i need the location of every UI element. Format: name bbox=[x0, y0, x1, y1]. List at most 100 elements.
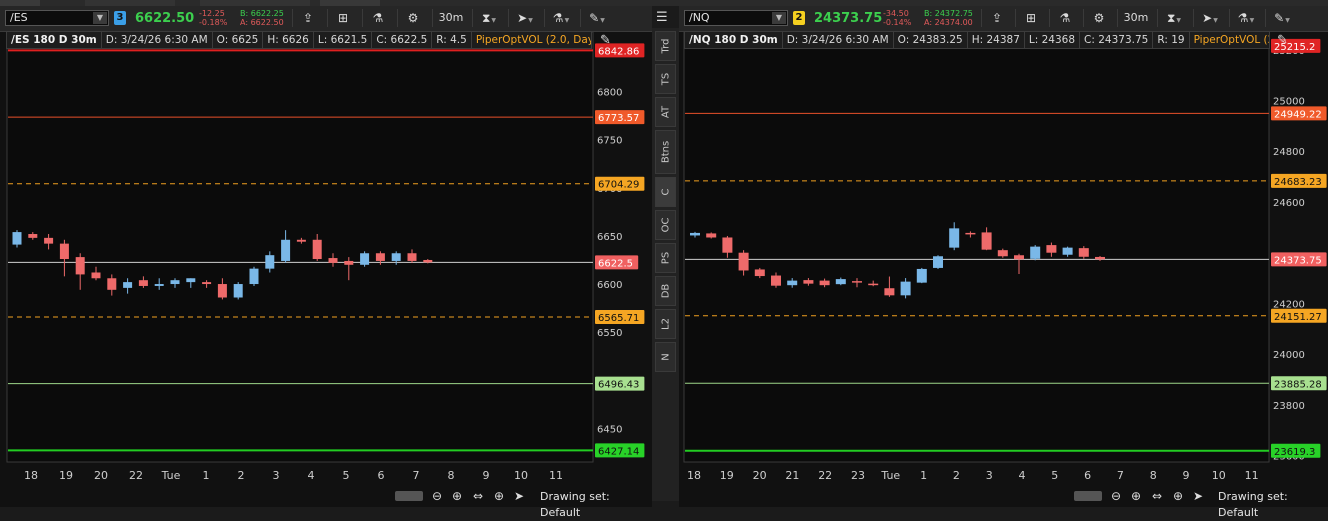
price-axis-tick: 6800 bbox=[597, 88, 622, 99]
legend-low: L: 24368 bbox=[1025, 32, 1081, 48]
price-level-label: 6427.14 bbox=[598, 446, 639, 457]
chart-bottom-bar: ⊖ ⊕ ⇔ ⊕ ➤ Drawing set: Default bbox=[679, 486, 1328, 519]
candle-body[interactable] bbox=[12, 232, 22, 245]
candle-body[interactable] bbox=[344, 260, 354, 265]
candle-body[interactable] bbox=[217, 284, 227, 298]
candle-body[interactable] bbox=[916, 268, 927, 283]
price-axis-tick: 6450 bbox=[597, 424, 622, 435]
candle-body[interactable] bbox=[1062, 247, 1073, 255]
candle-body[interactable] bbox=[75, 257, 85, 275]
side-tab-oc[interactable]: OC bbox=[655, 210, 676, 240]
plot-area[interactable] bbox=[683, 31, 1270, 463]
candle-body[interactable] bbox=[28, 234, 38, 238]
candle-body[interactable] bbox=[296, 239, 306, 242]
candle-body[interactable] bbox=[933, 256, 943, 268]
cursor-icon[interactable]: ➤ bbox=[514, 488, 524, 504]
candle-body[interactable] bbox=[91, 272, 101, 279]
side-tab-n[interactable]: N bbox=[655, 342, 676, 372]
legend-study[interactable]: PiperOptVOL (2.0,... bbox=[1190, 32, 1269, 48]
drawing-set-label[interactable]: Drawing set: Default bbox=[540, 489, 652, 521]
zoom-out-icon[interactable]: ⊖ bbox=[1111, 488, 1121, 504]
candle-body[interactable] bbox=[981, 232, 992, 250]
plot-area[interactable] bbox=[6, 31, 594, 463]
side-tab-trd[interactable]: Trd bbox=[655, 31, 676, 61]
side-tab-db[interactable]: DB bbox=[655, 276, 676, 306]
candle-body[interactable] bbox=[1014, 255, 1024, 260]
chart-bottom-bar: ⊖ ⊕ ⇔ ⊕ ➤ Drawing set: Default bbox=[0, 486, 652, 519]
fit-horizontal-icon[interactable]: ⇔ bbox=[1152, 488, 1162, 504]
candle-body[interactable] bbox=[407, 253, 417, 261]
candle-body[interactable] bbox=[965, 232, 976, 235]
zoom-in-icon[interactable]: ⊕ bbox=[452, 488, 462, 504]
crosshair-icon[interactable]: ⊕ bbox=[494, 488, 504, 504]
candle-body[interactable] bbox=[1046, 245, 1057, 253]
candle-body[interactable] bbox=[107, 278, 117, 290]
price-level-label: 6565.71 bbox=[598, 313, 639, 324]
candle-body[interactable] bbox=[170, 280, 180, 285]
candle-body[interactable] bbox=[202, 282, 212, 285]
candle-body[interactable] bbox=[835, 279, 846, 285]
zoom-out-icon[interactable]: ⊖ bbox=[432, 488, 442, 504]
drawing-tool-icon[interactable]: ✎ bbox=[1277, 33, 1295, 49]
side-tab-label: DB bbox=[660, 283, 671, 299]
price-axis-tick: 6600 bbox=[597, 280, 622, 291]
candle-body[interactable] bbox=[690, 232, 700, 236]
candle-body[interactable] bbox=[44, 237, 54, 244]
candle-body[interactable] bbox=[819, 280, 830, 286]
candle-body[interactable] bbox=[423, 259, 433, 263]
fit-horizontal-icon[interactable]: ⇔ bbox=[473, 488, 483, 504]
candle-body[interactable] bbox=[138, 280, 148, 286]
time-axis-label: 3 bbox=[986, 469, 993, 482]
candle-body[interactable] bbox=[1095, 256, 1105, 260]
side-tab-ps[interactable]: PS bbox=[655, 243, 676, 273]
candle-body[interactable] bbox=[997, 250, 1008, 257]
candle-body[interactable] bbox=[249, 268, 259, 285]
candle-body[interactable] bbox=[884, 288, 895, 296]
candle-body[interactable] bbox=[949, 228, 960, 248]
candle-body[interactable] bbox=[59, 243, 69, 260]
side-tab-c[interactable]: C bbox=[655, 177, 676, 207]
candle-body[interactable] bbox=[738, 252, 749, 271]
price-axis-tick: 24000 bbox=[1273, 350, 1305, 361]
cursor-icon[interactable]: ➤ bbox=[1193, 488, 1203, 504]
candle-body[interactable] bbox=[1030, 246, 1041, 259]
candle-body[interactable] bbox=[754, 269, 765, 277]
candle-body[interactable] bbox=[328, 258, 338, 263]
price-chart[interactable]: 68006750670066506600655064506842.866773.… bbox=[0, 6, 652, 486]
candle-body[interactable] bbox=[722, 237, 733, 253]
menu-icon[interactable]: ☰ bbox=[656, 10, 668, 25]
candle-body[interactable] bbox=[265, 255, 275, 269]
drawing-set-label[interactable]: Drawing set: Default bbox=[1218, 489, 1328, 521]
candle-body[interactable] bbox=[186, 278, 196, 283]
candle-body[interactable] bbox=[706, 233, 717, 238]
candle-body[interactable] bbox=[154, 284, 164, 286]
side-tab-label: Btns bbox=[660, 140, 671, 164]
scrollbar-handle[interactable] bbox=[395, 491, 423, 501]
candle-body[interactable] bbox=[852, 281, 862, 283]
candle-body[interactable] bbox=[900, 281, 911, 296]
drawing-tool-icon[interactable]: ✎ bbox=[600, 33, 618, 49]
candle-body[interactable] bbox=[787, 280, 798, 286]
candle-body[interactable] bbox=[391, 253, 401, 261]
side-tab-at[interactable]: AT bbox=[655, 97, 676, 127]
candle-body[interactable] bbox=[803, 280, 814, 284]
legend-study[interactable]: PiperOptVOL (2.0, Day) ... bbox=[472, 32, 591, 48]
candle-body[interactable] bbox=[360, 253, 370, 265]
crosshair-icon[interactable]: ⊕ bbox=[1173, 488, 1183, 504]
candle-body[interactable] bbox=[312, 239, 322, 260]
candle-body[interactable] bbox=[771, 275, 781, 286]
legend-open: O: 24383.25 bbox=[894, 32, 968, 48]
side-tab-l2[interactable]: L2 bbox=[655, 309, 676, 339]
side-tab-ts[interactable]: TS bbox=[655, 64, 676, 94]
price-chart[interactable]: 2520025000248002460024200240002380023600… bbox=[679, 6, 1328, 486]
side-tab-btns[interactable]: Btns bbox=[655, 130, 676, 174]
candle-body[interactable] bbox=[233, 284, 243, 298]
candle-body[interactable] bbox=[123, 282, 133, 288]
candle-body[interactable] bbox=[375, 253, 385, 261]
price-axis-tick: 25000 bbox=[1273, 96, 1305, 107]
candle-body[interactable] bbox=[1078, 248, 1089, 257]
scrollbar-handle[interactable] bbox=[1074, 491, 1102, 501]
candle-body[interactable] bbox=[281, 239, 291, 261]
zoom-in-icon[interactable]: ⊕ bbox=[1131, 488, 1141, 504]
candle-body[interactable] bbox=[868, 283, 879, 286]
